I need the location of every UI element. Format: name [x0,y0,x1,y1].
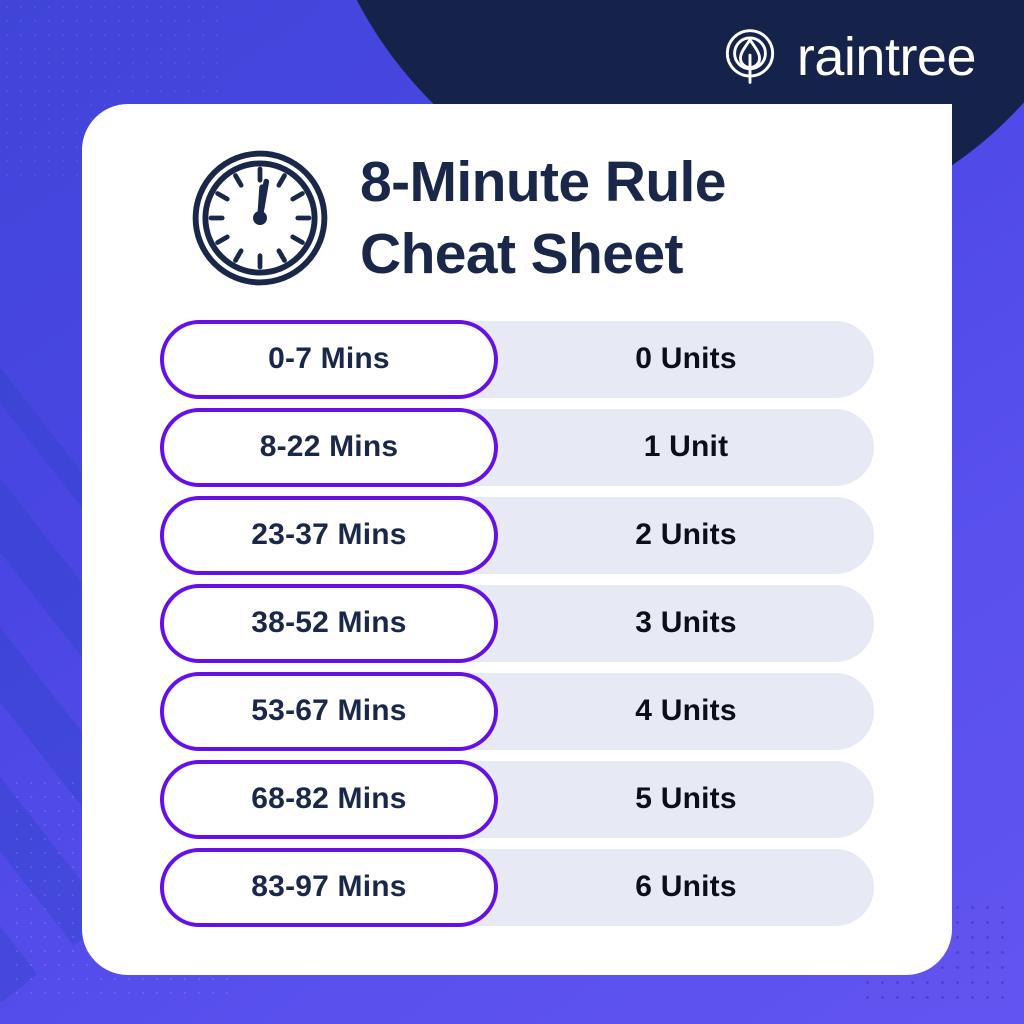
brand-logo: raintree [721,27,977,87]
minutes-label: 53-67 Mins [251,694,407,728]
table-row: 0-7 Mins 0 Units [160,319,874,399]
minutes-label: 23-37 Mins [251,518,407,552]
minutes-pill: 8-22 Mins [160,407,498,487]
minutes-pill: 53-67 Mins [160,671,498,751]
raintree-leaf-circles-icon [725,29,775,84]
units-label: 3 Units [635,606,737,640]
card-header: 8-Minute Rule Cheat Sheet [82,104,952,291]
page-title: 8-Minute Rule Cheat Sheet [360,146,726,291]
table-row: 83-97 Mins 6 Units [160,847,874,927]
title-line-1: 8-Minute Rule [360,150,726,214]
units-label: 5 Units [635,782,737,816]
minutes-label: 0-7 Mins [268,342,390,376]
minutes-pill: 38-52 Mins [160,583,498,663]
minutes-label: 8-22 Mins [259,430,399,464]
units-label: 4 Units [635,694,737,728]
minutes-label: 38-52 Mins [251,606,407,640]
clock-icon [192,151,328,286]
brand-name: raintree [796,27,977,87]
table-row: 68-82 Mins 5 Units [160,759,874,839]
units-label: 0 Units [635,342,737,376]
table-row: 8-22 Mins 1 Unit [160,407,874,487]
minutes-label: 68-82 Mins [251,782,407,816]
minutes-label: 83-97 Mins [251,870,407,904]
minutes-pill: 23-37 Mins [160,495,498,575]
title-line-2: Cheat Sheet [360,222,683,287]
table-row: 53-67 Mins 4 Units [160,671,874,751]
minutes-pill: 83-97 Mins [160,847,498,927]
table-row: 23-37 Mins 2 Units [160,495,874,575]
minutes-pill: 0-7 Mins [160,319,498,399]
units-label: 6 Units [635,870,737,904]
units-label: 2 Units [635,518,737,552]
infographic-canvas: raintree 8-Minute Rule Cheat Sheet 0-7 M… [0,0,1024,1024]
table-row: 38-52 Mins 3 Units [160,583,874,663]
units-label: 1 Unit [643,430,729,464]
cheat-sheet-table: 0-7 Mins 0 Units 8-22 Mins 1 Unit 23-37 … [82,319,952,927]
minutes-pill: 68-82 Mins [160,759,498,839]
content-card: 8-Minute Rule Cheat Sheet 0-7 Mins 0 Uni… [82,104,952,975]
